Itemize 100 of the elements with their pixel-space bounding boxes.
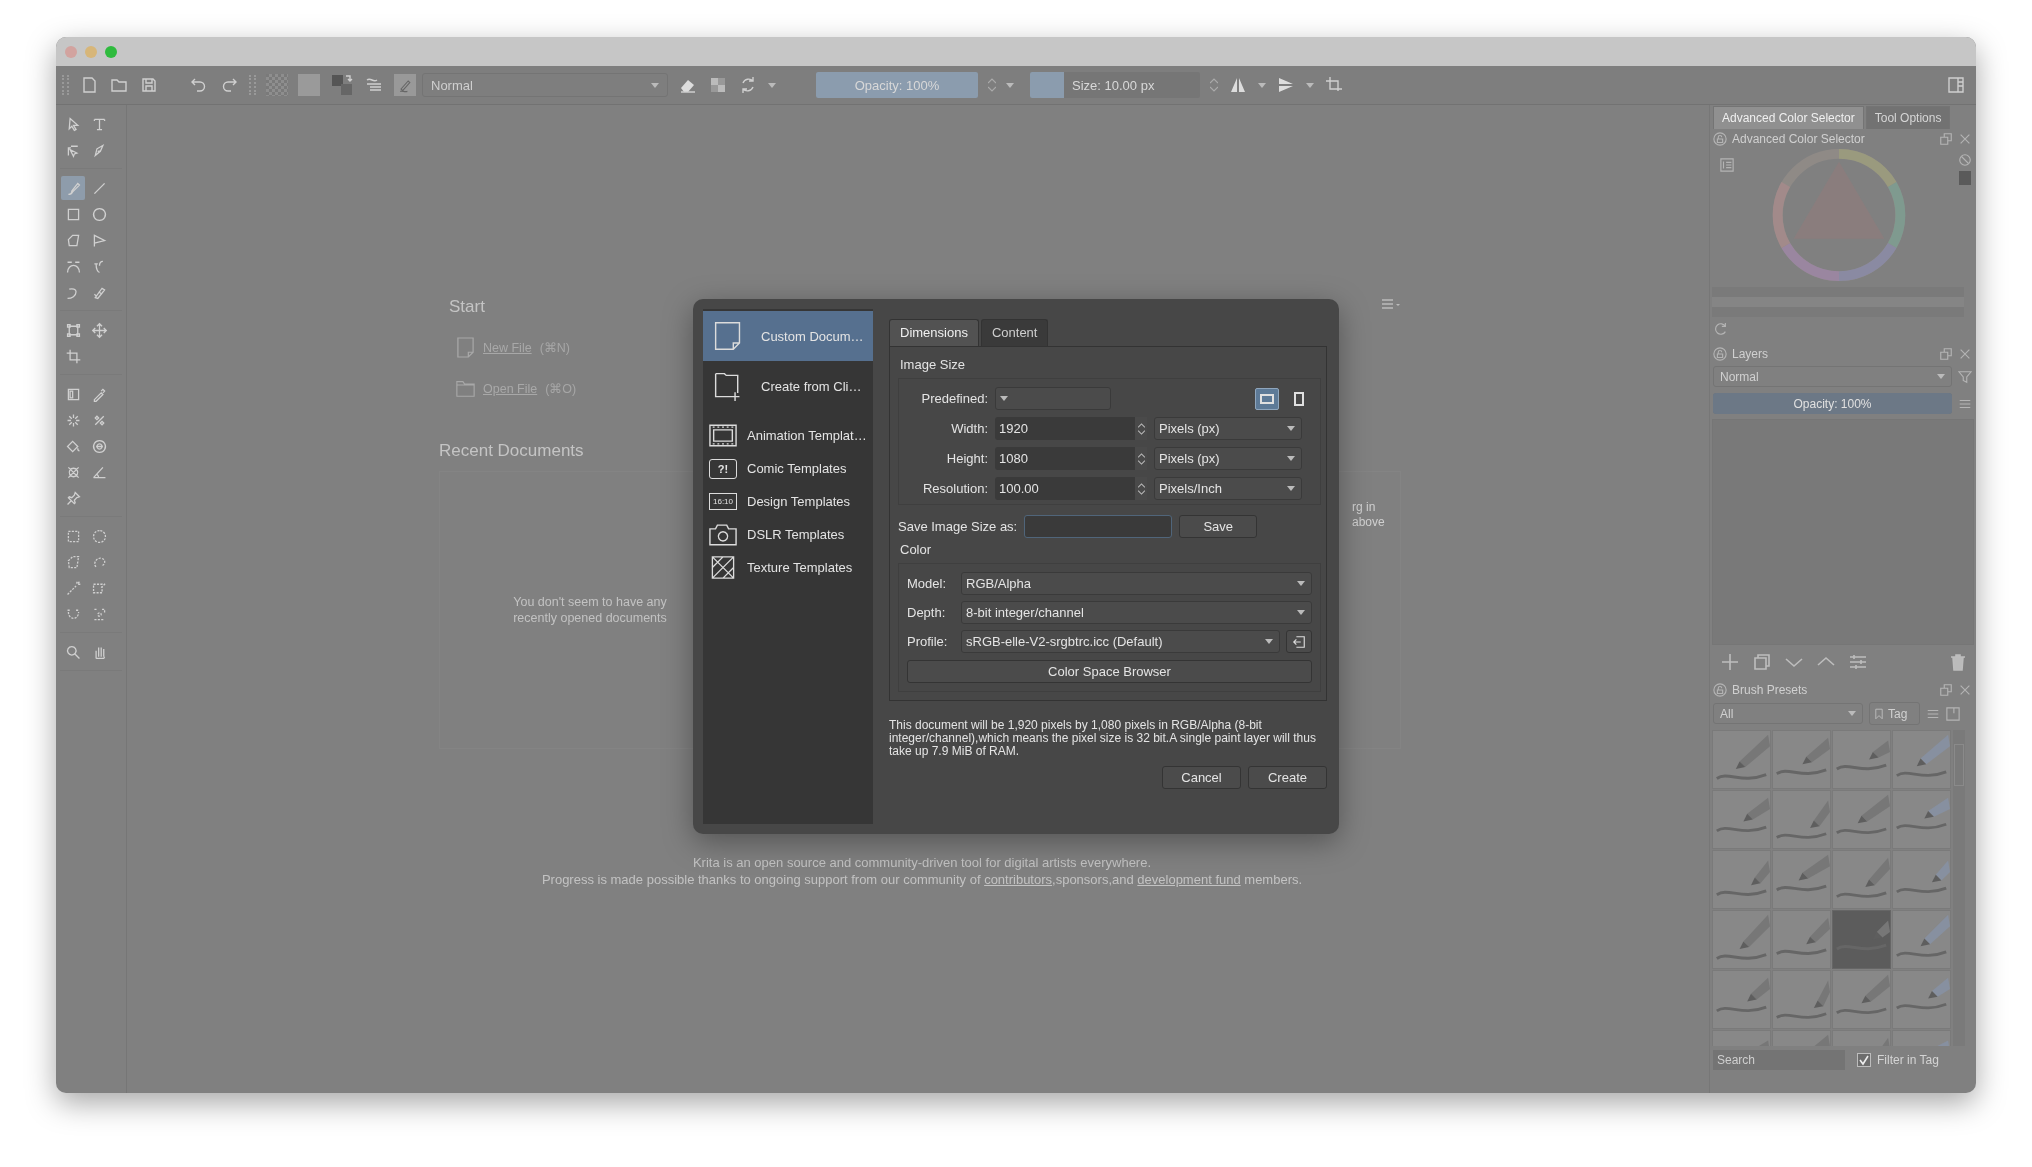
- filter-icon[interactable]: [1958, 369, 1972, 384]
- speech-bubble-icon: ?!: [709, 458, 737, 479]
- color-swap-icon[interactable]: [330, 73, 354, 97]
- brush-preset-button[interactable]: [394, 74, 416, 96]
- color-swatch[interactable]: [1959, 171, 1971, 185]
- caret-icon[interactable]: [1306, 82, 1314, 88]
- color-dropdown[interactable]: sRGB-elle-V2-srgbtrc.icc (Default): [961, 630, 1280, 653]
- color-space-browser-button[interactable]: Color Space Browser: [907, 660, 1312, 683]
- template-item[interactable]: Texture Templates: [703, 551, 873, 584]
- close-button[interactable]: [65, 45, 77, 58]
- filter-checkbox[interactable]: [1857, 1053, 1871, 1067]
- folder-icon: [456, 378, 475, 399]
- layer-opacity-slider[interactable]: Opacity: 100%: [1713, 393, 1952, 414]
- predefined-dropdown[interactable]: [995, 387, 1111, 410]
- brush-preset-tile[interactable]: [1832, 790, 1891, 849]
- unit-dropdown[interactable]: Pixels (px): [1154, 417, 1302, 440]
- brush-preset-tile[interactable]: [1712, 850, 1771, 909]
- caret-icon[interactable]: [768, 82, 776, 88]
- brush-preset-tile[interactable]: [1892, 790, 1951, 849]
- blank-page-icon: [713, 320, 743, 352]
- brush-preset-tile[interactable]: [1712, 910, 1771, 969]
- menu-icon[interactable]: [1381, 299, 1401, 311]
- brush-preset-tile[interactable]: [1892, 970, 1951, 1029]
- brush-preset-tile[interactable]: [1712, 730, 1771, 789]
- template-item[interactable]: 16:10 Design Templates: [703, 485, 873, 518]
- number-field[interactable]: 1920: [995, 417, 1147, 440]
- spin-arrows-icon[interactable]: [1137, 452, 1145, 465]
- cancel-button[interactable]: Cancel: [1162, 766, 1241, 789]
- float-icon[interactable]: [1939, 131, 1953, 146]
- lock-icon[interactable]: [1713, 346, 1727, 361]
- float-icon[interactable]: [1939, 346, 1953, 361]
- field-label: Width:: [950, 421, 988, 436]
- landscape-button[interactable]: [1255, 387, 1279, 410]
- lock-icon[interactable]: [1713, 131, 1727, 146]
- zoom-button[interactable]: [105, 45, 117, 58]
- caret-icon: [1287, 426, 1295, 431]
- brush-preset-tile[interactable]: [1772, 970, 1831, 1029]
- color-dropdown[interactable]: 8-bit integer/channel: [961, 601, 1312, 624]
- toolbar-grip[interactable]: [249, 75, 256, 95]
- settings-list-icon[interactable]: [1720, 158, 1734, 172]
- sliders-icon[interactable]: [1848, 652, 1868, 672]
- spin-arrows-icon[interactable]: [1210, 78, 1218, 92]
- brush-preset-tile[interactable]: [1772, 850, 1831, 909]
- checkerboard-icon[interactable]: [708, 75, 728, 95]
- spin-arrows-icon[interactable]: [988, 78, 996, 92]
- brush-preset-tile[interactable]: [1772, 910, 1831, 969]
- template-item[interactable]: Create from Cli…: [703, 361, 873, 411]
- brush-preset-tile[interactable]: [1832, 910, 1891, 969]
- dialog-tab[interactable]: Dimensions: [889, 319, 979, 346]
- caret-icon[interactable]: [1006, 82, 1014, 88]
- import-profile-button[interactable]: [1286, 630, 1312, 653]
- template-item[interactable]: Animation Templat…: [703, 419, 873, 452]
- caret-icon: [1297, 581, 1305, 586]
- template-item[interactable]: Custom Docum…: [703, 311, 873, 361]
- brush-preset-tile[interactable]: [1712, 970, 1771, 1029]
- import-icon: [1292, 634, 1306, 649]
- spin-arrows-icon[interactable]: [1137, 422, 1145, 435]
- start-heading: Start: [449, 297, 486, 317]
- workspace-icon[interactable]: [1946, 75, 1966, 95]
- brush-preset-tile[interactable]: [1832, 970, 1891, 1029]
- dialog-tab[interactable]: Content: [980, 319, 1049, 346]
- pattern-swatch[interactable]: [298, 74, 320, 96]
- brush-preset-tile[interactable]: [1772, 730, 1831, 789]
- unit-dropdown[interactable]: Pixels (px): [1154, 447, 1302, 470]
- brush-icon[interactable]: [61, 176, 85, 200]
- refresh-icon[interactable]: [1714, 322, 1728, 336]
- save-button[interactable]: Save: [1179, 515, 1258, 538]
- create-button[interactable]: Create: [1248, 766, 1327, 789]
- no-entry-icon[interactable]: [1958, 153, 1972, 167]
- toolbar-grip[interactable]: [62, 75, 69, 95]
- save-icon[interactable]: [139, 75, 159, 95]
- unit-dropdown[interactable]: Pixels/Inch: [1154, 477, 1302, 500]
- brush-preset-tile[interactable]: [1892, 850, 1951, 909]
- field-label: Model:: [907, 576, 948, 591]
- template-item[interactable]: DSLR Templates: [703, 518, 873, 551]
- brush-preset-tile[interactable]: [1832, 730, 1891, 789]
- duplicate-icon[interactable]: [1752, 652, 1772, 672]
- number-field[interactable]: 1080: [995, 447, 1147, 470]
- brush-preset-tile[interactable]: [1892, 730, 1951, 789]
- color-dropdown[interactable]: RGB/Alpha: [961, 572, 1312, 595]
- texture-icon: [709, 556, 737, 579]
- template-item[interactable]: ?! Comic Templates: [703, 452, 873, 485]
- minimize-button[interactable]: [85, 45, 97, 58]
- brush-preset-tile[interactable]: [1712, 790, 1771, 849]
- panel-icon[interactable]: [1946, 706, 1961, 721]
- brush-preset-tile[interactable]: [1892, 910, 1951, 969]
- panel-title: Advanced Color Selector: [1732, 131, 1866, 146]
- brush-preset-tile[interactable]: [1772, 790, 1831, 849]
- color-wheel[interactable]: [1770, 146, 1908, 284]
- name-field[interactable]: [1024, 515, 1173, 538]
- float-icon[interactable]: [1939, 682, 1953, 697]
- number-field[interactable]: 100.00: [995, 477, 1147, 500]
- bookmark-icon: [1875, 707, 1883, 720]
- brush-preset-tile[interactable]: [1832, 850, 1891, 909]
- trash-icon[interactable]: [1948, 652, 1968, 672]
- caret-icon: [1265, 639, 1273, 644]
- lock-icon[interactable]: [1713, 682, 1727, 697]
- add-icon[interactable]: [1720, 652, 1740, 672]
- spin-arrows-icon[interactable]: [1137, 482, 1145, 495]
- caret-icon[interactable]: [1258, 82, 1266, 88]
